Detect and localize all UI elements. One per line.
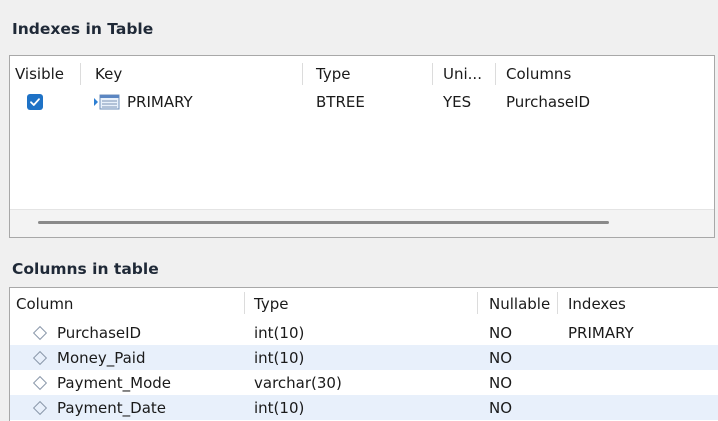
index-key-icon xyxy=(94,94,120,110)
column-name-cell: Money_Paid xyxy=(32,345,145,370)
column-divider[interactable] xyxy=(302,63,303,85)
header-type[interactable]: Type xyxy=(316,61,350,87)
header-columns[interactable]: Columns xyxy=(506,61,571,87)
header-column[interactable]: Column xyxy=(16,290,73,318)
column-nullable: NO xyxy=(489,373,513,392)
header-nullable[interactable]: Nullable xyxy=(489,290,550,318)
visible-checkbox[interactable] xyxy=(27,89,43,115)
index-type: BTREE xyxy=(316,93,365,111)
indexes-table-header: Visible Key Type Uni... Columns xyxy=(10,61,714,87)
column-diamond-icon xyxy=(32,375,48,390)
table-row[interactable]: PurchaseID int(10) NO PRIMARY xyxy=(10,320,718,345)
column-nullable: NO xyxy=(489,398,513,417)
column-name: Money_Paid xyxy=(57,348,146,367)
column-type: int(10) xyxy=(254,348,305,367)
column-name: Payment_Date xyxy=(57,398,167,417)
column-divider[interactable] xyxy=(244,292,245,314)
column-nullable: NO xyxy=(489,323,513,342)
column-divider[interactable] xyxy=(432,63,433,85)
column-diamond-icon xyxy=(32,325,48,340)
indexes-table: Visible Key Type Uni... Columns PRIMARY … xyxy=(9,55,715,238)
header-visible[interactable]: Visible xyxy=(15,61,64,87)
columns-table: Column Type Nullable Indexes PurchaseID … xyxy=(9,287,718,421)
column-divider[interactable] xyxy=(80,63,81,85)
column-divider[interactable] xyxy=(557,292,558,314)
columns-section-title: Columns in table xyxy=(12,260,159,278)
index-unique: YES xyxy=(443,93,472,111)
column-indexes: PRIMARY xyxy=(568,323,634,342)
header-key[interactable]: Key xyxy=(95,61,122,87)
column-type: int(10) xyxy=(254,398,305,417)
column-divider[interactable] xyxy=(495,63,496,85)
header-type[interactable]: Type xyxy=(254,290,288,318)
indexes-section-title: Indexes in Table xyxy=(12,20,154,38)
column-name-cell: Payment_Mode xyxy=(32,370,171,395)
horizontal-scrollbar[interactable] xyxy=(10,209,714,237)
column-name-cell: Payment_Date xyxy=(32,395,166,420)
column-nullable: NO xyxy=(489,348,513,367)
column-type: int(10) xyxy=(254,323,305,342)
index-key-name: PRIMARY xyxy=(127,93,193,111)
column-diamond-icon xyxy=(32,400,48,415)
table-row[interactable]: Payment_Date int(10) NO xyxy=(10,395,718,420)
column-type: varchar(30) xyxy=(254,373,342,392)
column-divider[interactable] xyxy=(477,292,478,314)
column-name: PurchaseID xyxy=(57,323,142,342)
index-key-cell: PRIMARY xyxy=(94,89,193,115)
checkmark-icon xyxy=(27,94,43,110)
index-row[interactable]: PRIMARY BTREE YES PurchaseID xyxy=(10,89,714,115)
column-name: Payment_Mode xyxy=(57,373,172,392)
table-row[interactable]: Payment_Mode varchar(30) NO xyxy=(10,370,718,395)
column-diamond-icon xyxy=(32,350,48,365)
scrollbar-thumb[interactable] xyxy=(38,221,609,224)
header-unique[interactable]: Uni... xyxy=(443,61,482,87)
column-name-cell: PurchaseID xyxy=(32,320,141,345)
index-columns: PurchaseID xyxy=(506,93,591,111)
header-indexes[interactable]: Indexes xyxy=(568,290,626,318)
columns-table-header: Column Type Nullable Indexes xyxy=(10,290,718,318)
table-row[interactable]: Money_Paid int(10) NO xyxy=(10,345,718,370)
